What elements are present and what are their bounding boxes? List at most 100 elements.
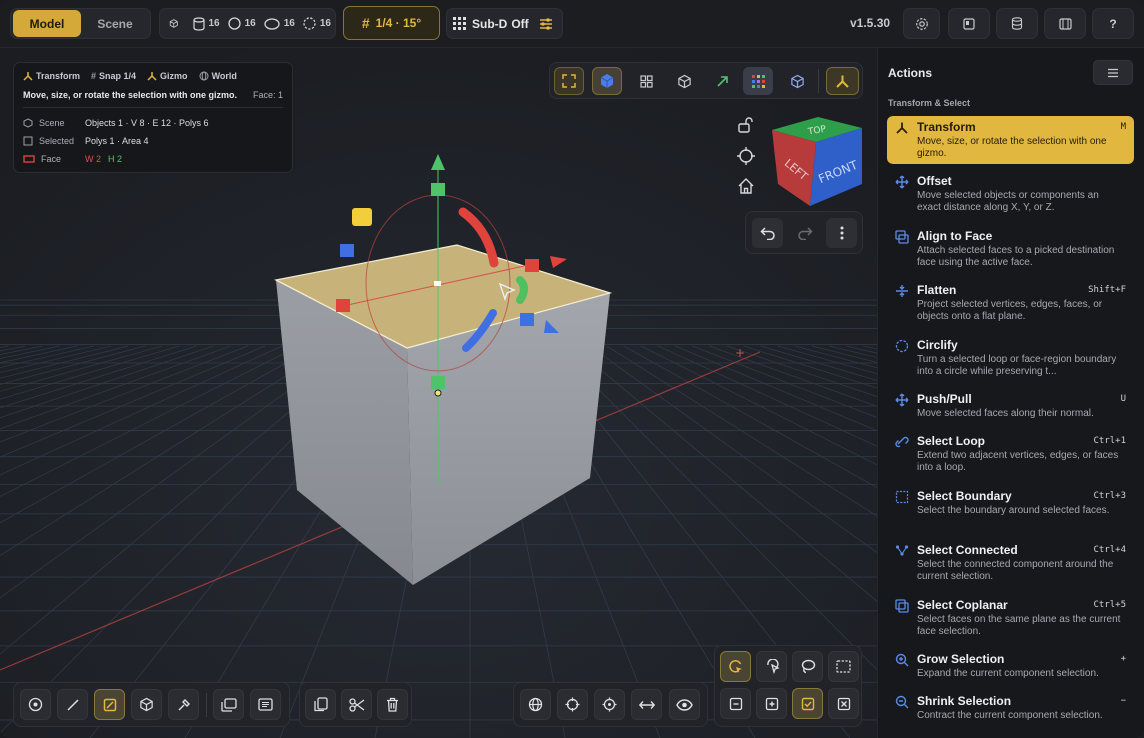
color-grid-button[interactable]	[743, 67, 773, 95]
action-item-select-coplanar[interactable]: Select Coplanar Select faces on the same …	[887, 594, 1134, 642]
subd-toggle[interactable]: Sub-D Off	[446, 8, 563, 39]
sliders-icon[interactable]	[539, 17, 553, 30]
layers-button[interactable]	[213, 689, 244, 720]
info-divider	[23, 107, 283, 108]
shrink-icon	[895, 695, 909, 709]
snap-target-button[interactable]	[594, 689, 625, 720]
mode-scene-tab[interactable]: Scene	[81, 9, 149, 38]
push-pull-icon	[895, 393, 909, 407]
action-item-select-connected[interactable]: Select Connected Select the connected com…	[887, 539, 1134, 587]
select-subtract-button[interactable]	[720, 688, 751, 719]
properties-button[interactable]	[250, 689, 281, 720]
duplicate-button[interactable]	[305, 689, 336, 720]
minus-box-icon	[729, 697, 742, 710]
transform-icon	[23, 72, 33, 81]
panel-layout-button[interactable]	[948, 8, 990, 39]
scale-neg-z-handle[interactable]	[340, 244, 354, 257]
unlock-icon[interactable]	[736, 115, 756, 135]
wire-cube-icon	[677, 74, 691, 88]
select-tweak-button[interactable]	[756, 651, 787, 682]
mode-model-tab[interactable]: Model	[13, 10, 81, 37]
trash-icon	[387, 697, 398, 712]
select-invert-button[interactable]	[828, 688, 859, 719]
gizmo-center[interactable]	[434, 281, 441, 286]
undo-button[interactable]	[752, 218, 783, 248]
navigation-cube[interactable]: TOP LEFT FRONT	[768, 116, 866, 208]
delete-button[interactable]	[377, 689, 408, 720]
ellipse-count[interactable]: 16	[264, 17, 295, 30]
action-item-circlify[interactable]: Circlify Turn a selected loop or face-reg…	[887, 334, 1134, 382]
world-space-button[interactable]	[520, 689, 551, 720]
action-shortcut: U	[1120, 394, 1126, 404]
component-mode-toolbar	[13, 682, 290, 727]
crosshair-icon[interactable]	[736, 146, 756, 166]
solid-view-button[interactable]	[592, 67, 622, 95]
viewport-tools-toolbar	[513, 682, 708, 727]
quad-view-button[interactable]	[631, 67, 661, 95]
scale-y-handle[interactable]	[431, 183, 445, 196]
normals-button[interactable]	[707, 67, 737, 95]
action-item-grow-selection[interactable]: Grow Selection Expand the current compone…	[887, 648, 1134, 684]
circle-count[interactable]: 16	[227, 17, 256, 30]
select-box-button[interactable]	[828, 651, 859, 682]
action-description: Turn a selected loop or face-region boun…	[917, 354, 1117, 377]
database-button[interactable]	[996, 8, 1038, 39]
settings-button[interactable]	[903, 8, 940, 39]
sidebar-menu-button[interactable]	[1093, 60, 1133, 85]
edge-icon	[66, 698, 79, 711]
3d-viewport[interactable]: + Transform # Snap 1/4 Gizmo World Move,…	[0, 48, 877, 738]
action-description: Move, size, or rotate the selection with…	[917, 136, 1107, 159]
edge-mode-button[interactable]	[57, 689, 88, 720]
target-icon	[602, 697, 617, 712]
symmetry-button[interactable]	[631, 689, 662, 720]
action-item-push-pull[interactable]: Push/Pull Move selected faces along their…	[887, 388, 1134, 424]
xray-view-button[interactable]	[782, 67, 812, 95]
history-toolbar	[745, 211, 863, 254]
gizmo-toggle-button[interactable]	[826, 67, 859, 95]
action-item-align-to-face[interactable]: Align to Face Attach selected faces to a …	[887, 225, 1134, 273]
redo-button[interactable]	[789, 218, 820, 248]
cube-icon[interactable]	[169, 16, 179, 31]
help-button[interactable]: ?	[1092, 8, 1134, 39]
select-replace-button[interactable]	[792, 688, 823, 719]
action-item-flatten[interactable]: Flatten Project selected vertices, edges,…	[887, 279, 1134, 327]
info-row-selected: Selected Polys 1 · Area 4	[23, 132, 283, 150]
object-mode-button[interactable]	[131, 689, 162, 720]
action-item-transform[interactable]: Transform Move, size, or rotate the selec…	[887, 116, 1134, 164]
action-item-offset[interactable]: Offset Move selected objects or component…	[887, 170, 1134, 218]
scale-neg-x-handle[interactable]	[336, 299, 350, 312]
action-item-select-loop[interactable]: Select Loop Extend two adjacent vertices,…	[887, 430, 1134, 478]
visibility-button[interactable]	[669, 689, 700, 720]
pick-mode-button[interactable]	[168, 689, 199, 720]
vertex-mode-button[interactable]	[20, 689, 51, 720]
action-name: Push/Pull	[917, 392, 972, 406]
home-icon[interactable]	[736, 176, 756, 196]
action-item-select-boundary[interactable]: Select Boundary Select the boundary aroun…	[887, 485, 1134, 521]
undo-icon	[759, 227, 775, 240]
wire-view-button[interactable]	[669, 67, 699, 95]
select-paint-button[interactable]	[720, 651, 751, 682]
view-toolbar	[549, 62, 863, 99]
action-description: Select the boundary around selected face…	[917, 505, 1110, 516]
dashed-circle-count[interactable]: 16	[303, 17, 331, 30]
frame-selection-button[interactable]	[554, 67, 584, 95]
film-button[interactable]	[1044, 8, 1086, 39]
scale-neg-y-handle[interactable]	[431, 376, 445, 389]
scale-z-handle[interactable]	[520, 313, 534, 326]
scale-x-handle[interactable]	[525, 259, 539, 272]
cylinder-count[interactable]: 16	[192, 16, 220, 31]
select-lasso-button[interactable]	[792, 651, 823, 682]
layers-icon	[220, 697, 237, 712]
cut-button[interactable]	[341, 689, 372, 720]
uniform-scale-handle[interactable]	[352, 208, 372, 226]
action-description: Contract the current component selection…	[917, 710, 1103, 721]
action-item-shrink-selection[interactable]: Shrink Selection Contract the current com…	[887, 690, 1134, 726]
rotate-y-handle[interactable]	[516, 276, 528, 304]
scissors-icon	[348, 697, 364, 712]
snap-button[interactable]: # 1/4 · 15°	[343, 6, 440, 40]
more-button[interactable]	[826, 218, 857, 248]
select-add-button[interactable]	[756, 688, 787, 719]
face-mode-button[interactable]	[94, 689, 125, 720]
marquee-icon	[836, 660, 851, 673]
pivot-button[interactable]	[557, 689, 588, 720]
